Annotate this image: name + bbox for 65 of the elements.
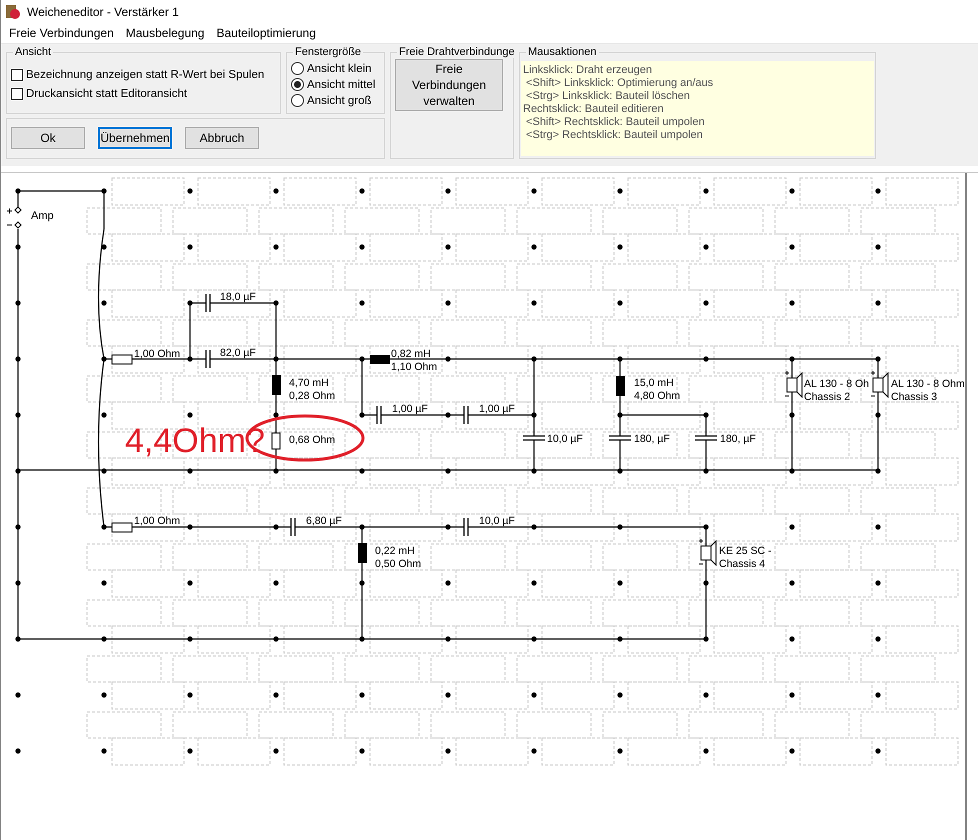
radio-label: Ansicht groß (307, 94, 372, 107)
component-label: 1,00 µF (479, 403, 515, 415)
group-title: Ansicht (13, 46, 54, 58)
component-label: 0,22 mH 0,50 Ohm (375, 545, 422, 570)
help-line: Rechtsklick: Bauteil editieren (523, 102, 665, 116)
menu-item[interactable]: Freie Verbindungen (3, 26, 120, 40)
speaker-icon[interactable] (784, 370, 802, 398)
capacitor-icon[interactable] (463, 406, 469, 424)
component-label: 1,00 Ohm (134, 515, 180, 527)
component-label: 1,00 µF (392, 403, 428, 415)
capacitor-icon[interactable] (205, 294, 211, 312)
resistor-icon[interactable] (112, 522, 132, 532)
component-label: 4,70 mH 0,28 Ohm (289, 377, 336, 402)
window-title: Weicheneditor - Verstärker 1 (27, 4, 179, 19)
group-title: Fenstergröße (293, 46, 364, 58)
speaker-icon[interactable] (698, 538, 716, 566)
source-label: Amp (31, 210, 54, 222)
manage-connections-button[interactable]: Freie Verbindungen verwalten (395, 58, 503, 111)
radio-button[interactable] (291, 94, 304, 108)
help-line: <Strg> Linksklick: Bauteil löschen (525, 90, 691, 103)
resistor-icon[interactable] (272, 432, 280, 450)
checkbox[interactable] (11, 88, 23, 100)
app-icon (5, 4, 21, 20)
capacitor-icon[interactable] (609, 435, 631, 441)
help-line: Linksklick: Draht erzeugen (523, 64, 654, 77)
capacitor-icon[interactable] (290, 518, 296, 536)
dialog-button[interactable]: Abbruch (185, 127, 259, 150)
component-label: 6,80 µF (306, 515, 342, 527)
component-label: 180, µF (720, 433, 756, 445)
capacitor-icon[interactable] (695, 435, 717, 441)
menu-item[interactable]: Bauteiloptimierung (210, 26, 322, 40)
component-label: 82,0 µF (220, 347, 256, 359)
component-label: 18,0 µF (220, 291, 256, 303)
component-label: 15,0 mH 4,80 Ohm (634, 377, 680, 402)
component-label: 10,0 µF (479, 515, 515, 527)
component-label: 180, µF (634, 433, 670, 445)
dialog-button[interactable]: Ok (11, 127, 85, 150)
radio-button[interactable] (291, 78, 304, 92)
group-title: Freie Drahtverbindunge (397, 46, 517, 58)
checkbox-label: Bezeichnung anzeigen statt R-Wert bei Spulen (26, 69, 264, 82)
speaker-icon[interactable] (870, 370, 888, 398)
amp-terminals-icon (6, 206, 22, 229)
radio-label: Ansicht klein (307, 62, 372, 75)
component-label: KE 25 SC - Chassis 4 (719, 545, 772, 570)
menu-item[interactable]: Mausbelegung (120, 26, 210, 40)
resistor-icon[interactable] (112, 354, 132, 364)
component-label: 10,0 µF (547, 433, 583, 445)
help-line: <Shift> Rechtsklick: Bauteil umpolen (525, 116, 706, 129)
capacitor-icon[interactable] (463, 518, 469, 536)
checkbox-label: Druckansicht statt Editoransicht (26, 88, 188, 100)
dialog-button[interactable]: Übernehmen (98, 127, 172, 150)
group-title: Mausaktionen (526, 46, 598, 58)
radio-button[interactable] (291, 62, 304, 76)
component-label: AL 130 - 8 Oh Chassis 2 (804, 378, 869, 403)
help-line: <Shift> Linksklick: Optimierung an/aus (525, 76, 714, 90)
capacitor-icon[interactable] (523, 435, 545, 441)
help-line: <Strg> Rechtsklick: Bauteil umpolen (525, 128, 704, 142)
component-label: 1,00 Ohm (134, 348, 180, 360)
component-label: 0,68 Ohm (289, 434, 336, 446)
checkbox[interactable] (11, 69, 23, 82)
component-label: 0,82 mH 1,10 Ohm (391, 348, 438, 373)
component-label: AL 130 - 8 Ohm Chassis 3 (891, 378, 965, 403)
capacitor-icon[interactable] (376, 406, 382, 424)
radio-label: Ansicht mittel (307, 78, 376, 91)
capacitor-icon[interactable] (205, 350, 211, 368)
